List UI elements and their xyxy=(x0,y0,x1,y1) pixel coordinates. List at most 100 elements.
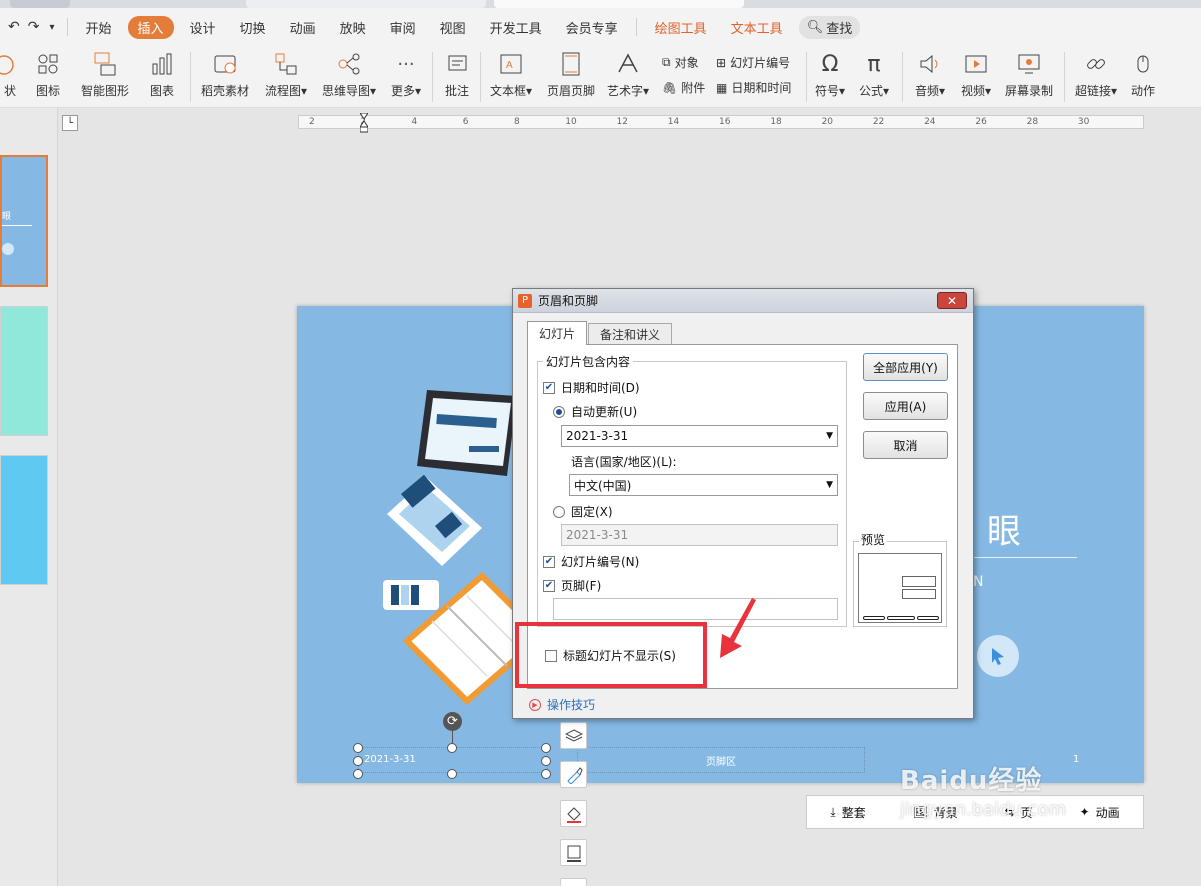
mindmap-icon xyxy=(338,53,360,75)
divider xyxy=(190,52,191,102)
datetime-button[interactable]: ▦ 日期和时间 xyxy=(716,79,791,96)
formula-button[interactable]: π 公式▾ xyxy=(856,46,892,108)
ruler-indent-marker[interactable] xyxy=(359,112,369,133)
divider xyxy=(66,18,68,36)
menu-start[interactable]: 开始 xyxy=(74,18,124,37)
menu-animation[interactable]: 动画 xyxy=(278,18,328,37)
slide-subtitle-fragment[interactable]: N xyxy=(973,574,983,590)
search-button[interactable]: 🔍︎ 查找 xyxy=(798,15,861,39)
comment-button[interactable]: 批注 xyxy=(440,46,474,108)
animation-button[interactable]: ✦ 动画 xyxy=(1080,804,1120,821)
thumbnail-line xyxy=(2,225,32,226)
resize-handle[interactable] xyxy=(447,769,457,779)
footer-text-placeholder[interactable]: 页脚区 xyxy=(577,747,865,773)
wordart-button[interactable]: 艺术字▾ xyxy=(604,46,652,108)
doc-tab[interactable] xyxy=(10,0,70,8)
ruler-tick-label: 26 xyxy=(975,117,987,127)
mouse-icon xyxy=(1137,55,1149,73)
doc-tab[interactable] xyxy=(246,0,486,8)
resize-handle[interactable] xyxy=(353,756,363,766)
tips-link[interactable]: ▶ 操作技巧 xyxy=(529,696,595,713)
style-brush-button[interactable] xyxy=(560,761,587,788)
resize-handle[interactable] xyxy=(447,743,457,753)
apply-all-button[interactable]: 全部应用(Y) xyxy=(863,353,948,381)
customize-dropdown-icon[interactable]: ▾ xyxy=(43,22,60,33)
slide-title-fragment[interactable]: 眼 xyxy=(987,504,1021,553)
auto-update-option[interactable]: 自动更新(U) xyxy=(553,403,637,420)
fill-button[interactable] xyxy=(560,800,587,827)
icons-button[interactable]: 图标 xyxy=(30,46,66,108)
menu-insert[interactable]: 插入 xyxy=(127,15,174,39)
auto-update-radio[interactable] xyxy=(553,405,565,418)
footer-checkbox[interactable]: ✔ xyxy=(543,579,555,592)
date-format-select[interactable]: 2021-3-31 ▼ xyxy=(561,425,838,447)
pi-icon: π xyxy=(867,51,881,77)
slide-thumbnail-3[interactable] xyxy=(0,455,48,585)
tab-stop-selector[interactable]: └ xyxy=(62,115,78,131)
fixed-date-input[interactable]: 2021-3-31 xyxy=(561,524,838,546)
slide-number-text[interactable]: 1 xyxy=(1073,754,1079,765)
slide-thumbnail-1[interactable]: 眼 xyxy=(0,155,48,287)
shape-button[interactable]: 状 xyxy=(0,46,20,108)
outline-icon xyxy=(566,845,581,862)
attach-button[interactable]: 🖇︎ 附件 xyxy=(662,79,705,96)
flowchart-button[interactable]: 流程图▾ xyxy=(262,46,310,108)
preview-footer-box xyxy=(887,616,915,620)
slide-thumbnail-2[interactable] xyxy=(0,306,48,436)
menu-view[interactable]: 视图 xyxy=(428,18,478,37)
dialog-titlebar[interactable]: P 页眉和页脚 ✕ xyxy=(513,289,973,313)
slide-number-button[interactable]: ⊞ 幻灯片编号 xyxy=(716,54,790,71)
menu-design[interactable]: 设计 xyxy=(178,18,228,37)
header-footer-button[interactable]: 页眉页脚 xyxy=(544,46,598,108)
more-float-button[interactable] xyxy=(560,878,587,886)
datetime-option[interactable]: ✔ 日期和时间(D) xyxy=(543,379,640,396)
redo-icon[interactable]: ↷ xyxy=(24,19,44,35)
beautify-set-button[interactable]: ⤓ 整套 xyxy=(830,804,865,821)
footer-text-input[interactable] xyxy=(553,598,838,620)
symbol-button[interactable]: Ω 符号▾ xyxy=(812,46,848,108)
hyperlink-button[interactable]: 超链接▾ xyxy=(1072,46,1120,108)
language-select[interactable]: 中文(中国) ▼ xyxy=(569,474,838,496)
screen-record-button[interactable]: 屏幕录制 xyxy=(1002,46,1056,108)
audio-button[interactable]: 音频▾ xyxy=(910,46,950,108)
datetime-checkbox[interactable]: ✔ xyxy=(543,381,555,394)
menu-review[interactable]: 审阅 xyxy=(378,18,428,37)
undo-icon[interactable]: ↶ xyxy=(0,19,24,35)
close-icon[interactable]: ✕ xyxy=(937,292,967,309)
play-circle-icon: ▶ xyxy=(529,698,541,711)
footer-option[interactable]: ✔ 页脚(F) xyxy=(543,577,601,594)
fixed-radio[interactable] xyxy=(553,505,565,518)
doc-tab-active[interactable] xyxy=(494,0,744,8)
resize-handle[interactable] xyxy=(353,769,363,779)
outline-button[interactable] xyxy=(560,839,587,866)
textbox-button[interactable]: A 文本框▾ xyxy=(486,46,536,108)
smart-graphic-button[interactable]: 智能图形 xyxy=(76,46,134,108)
menu-transition[interactable]: 切换 xyxy=(228,18,278,37)
slide-number-checkbox[interactable]: ✔ xyxy=(543,555,555,568)
resize-handle[interactable] xyxy=(541,769,551,779)
more-button[interactable]: ··· 更多▾ xyxy=(388,46,424,108)
tab-notes-handouts[interactable]: 备注和讲义 xyxy=(588,323,672,344)
apply-button[interactable]: 应用(A) xyxy=(863,392,948,420)
video-button[interactable]: 视频▾ xyxy=(956,46,996,108)
cancel-button[interactable]: 取消 xyxy=(863,431,948,459)
resize-handle[interactable] xyxy=(541,756,551,766)
layers-button[interactable] xyxy=(560,722,587,749)
object-button[interactable]: ⧉ 对象 xyxy=(662,54,699,71)
resize-handle[interactable] xyxy=(353,743,363,753)
menu-drawing-tools[interactable]: 绘图工具 xyxy=(643,18,719,37)
menu-developer[interactable]: 开发工具 xyxy=(478,18,554,37)
action-button[interactable]: 动作 xyxy=(1126,46,1160,108)
rotate-handle-icon[interactable]: ⟳ xyxy=(443,712,462,731)
material-button[interactable]: 稻壳素材 xyxy=(198,46,252,108)
resize-handle[interactable] xyxy=(541,743,551,753)
menu-slideshow[interactable]: 放映 xyxy=(328,18,378,37)
fixed-option[interactable]: 固定(X) xyxy=(553,503,613,520)
slide-number-option[interactable]: ✔ 幻灯片编号(N) xyxy=(543,553,639,570)
tab-slide[interactable]: 幻灯片 xyxy=(527,321,587,345)
menu-text-tools[interactable]: 文本工具 xyxy=(719,18,795,37)
chart-button[interactable]: 图表 xyxy=(144,46,180,108)
mindmap-button[interactable]: 思维导图▾ xyxy=(318,46,380,108)
menu-member[interactable]: 会员专享 xyxy=(554,18,630,37)
ruler-tick-label: 16 xyxy=(719,117,731,127)
